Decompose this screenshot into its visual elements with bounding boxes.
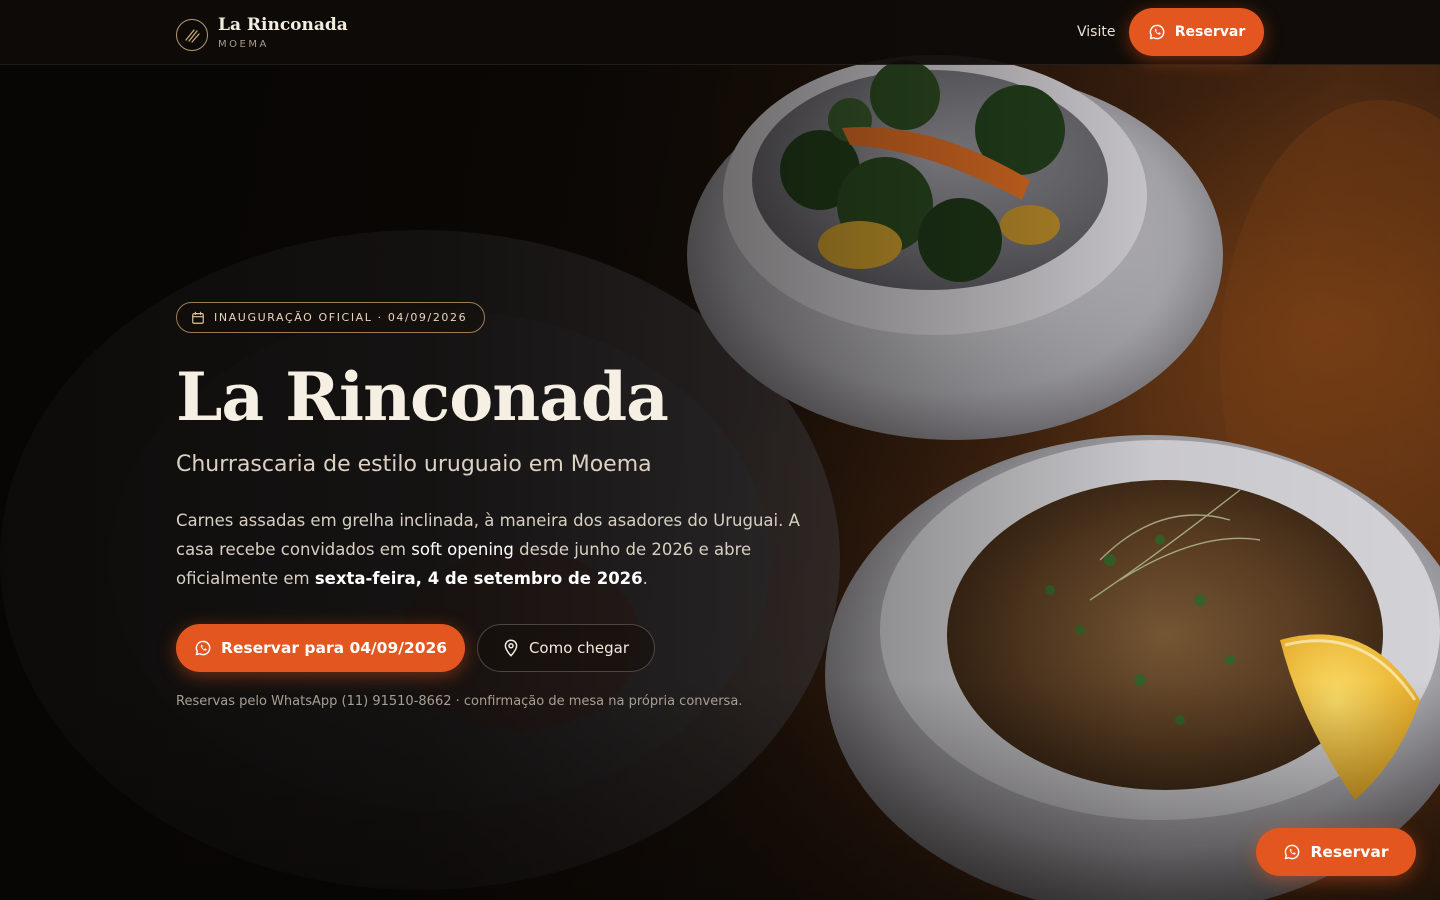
reservation-note: Reservas pelo WhatsApp (11) 91510-8662 ·… (176, 694, 743, 709)
desc-part-3: . (642, 569, 648, 588)
whatsapp-icon (195, 640, 211, 656)
inauguration-badge: INAUGURAÇÃO OFICIAL · 04/09/2026 (176, 302, 485, 333)
nav-link-visite[interactable]: Visite (1077, 22, 1115, 42)
hero-bottom-fade (0, 680, 1440, 900)
como-chegar-button[interactable]: Como chegar (477, 624, 655, 672)
hero-description: Carnes assadas em grelha inclinada, à ma… (176, 506, 826, 593)
grill-lines-icon (176, 18, 208, 51)
brand-location: MOEMA (218, 39, 269, 50)
reservar-date-button[interactable]: Reservar para 04/09/2026 (176, 624, 465, 672)
desc-highlight-soft-opening: soft opening (411, 540, 514, 559)
brand-text: La Rinconada MOEMA (218, 14, 348, 52)
brand-logo[interactable]: La Rinconada MOEMA (176, 14, 348, 52)
como-chegar-label: Como chegar (528, 639, 630, 657)
header-reservar-button[interactable]: Reservar (1129, 8, 1264, 56)
brand-name: La Rinconada (218, 15, 348, 35)
desc-highlight-date: sexta-feira, 4 de setembro de 2026 (314, 569, 643, 588)
reservar-date-label: Reservar para 04/09/2026 (220, 639, 448, 657)
hero-subtitle: Churrascaria de estilo uruguaio em Moema (176, 452, 652, 477)
map-pin-icon (504, 639, 518, 657)
top-navbar: La Rinconada MOEMA Visite Reservar (0, 0, 1440, 65)
floating-reservar-label: Reservar (1310, 843, 1389, 861)
whatsapp-icon (1285, 844, 1300, 860)
badge-text: INAUGURAÇÃO OFICIAL · 04/09/2026 (214, 311, 468, 324)
calendar-icon (192, 311, 204, 324)
whatsapp-icon (1149, 24, 1165, 40)
header-reservar-label: Reservar (1174, 24, 1246, 40)
hero-title: La Rinconada (176, 358, 669, 436)
floating-reservar-button[interactable]: Reservar (1256, 828, 1416, 876)
